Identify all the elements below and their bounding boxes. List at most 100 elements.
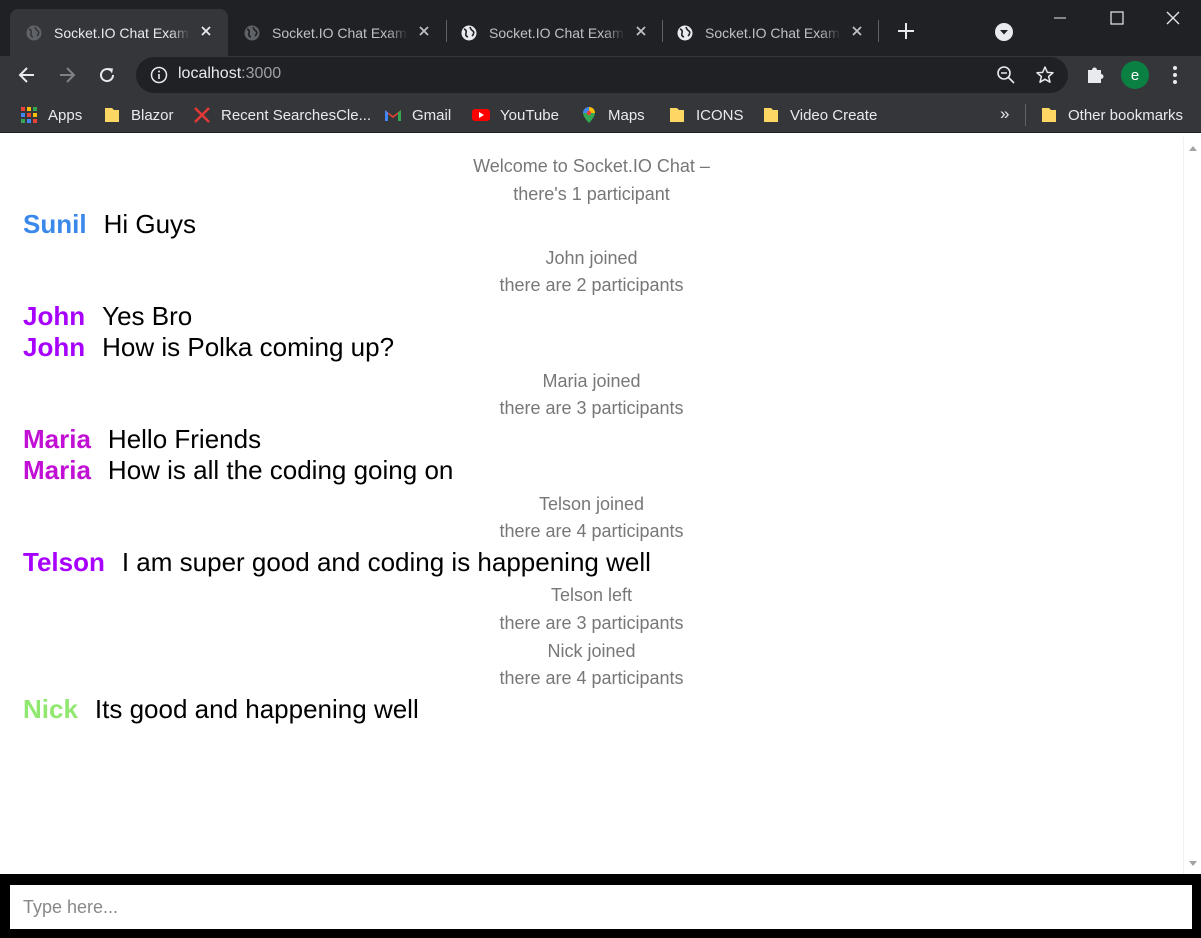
tab-search-icon[interactable] xyxy=(994,22,1014,42)
browser-tab-1[interactable]: Socket.IO Chat Example xyxy=(10,9,228,56)
minimize-button[interactable] xyxy=(1032,0,1088,36)
globe-icon xyxy=(461,25,477,40)
folder-icon xyxy=(105,108,119,122)
message-body: Its good and happening well xyxy=(94,694,419,724)
log-participants: there are 3 participants xyxy=(499,398,684,418)
forward-arrow-icon xyxy=(60,67,76,83)
log-participants: there are 4 participants xyxy=(499,668,684,688)
bookmark-star-icon[interactable] xyxy=(1035,65,1055,85)
tab-separator xyxy=(878,20,879,42)
browser-titlebar: Socket.IO Chat Example Socket.IO Chat Ex… xyxy=(0,0,1201,56)
message-body: Hi Guys xyxy=(103,209,197,239)
back-button[interactable] xyxy=(12,60,42,90)
chat-message: Nick Its good and happening well xyxy=(23,693,419,725)
message-input[interactable] xyxy=(10,885,1192,929)
maximize-button[interactable] xyxy=(1089,0,1145,36)
maximize-icon xyxy=(1110,11,1124,25)
reload-button[interactable] xyxy=(92,60,122,90)
bookmark-gmail[interactable]: Gmail xyxy=(384,104,451,126)
scroll-down-arrow-icon[interactable] xyxy=(1189,861,1197,866)
minimize-icon xyxy=(1054,17,1066,19)
url-host: localhost xyxy=(178,65,242,82)
message-input-bar xyxy=(0,874,1201,938)
bookmark-maps[interactable]: Maps xyxy=(580,104,645,126)
log-participants: there are 2 participants xyxy=(499,275,684,295)
message-username: Maria xyxy=(23,455,91,485)
bookmark-label: Gmail xyxy=(412,106,452,124)
chat-page: Welcome to Socket.IO Chat – there's 1 pa… xyxy=(0,137,1183,874)
log-participants: there are 4 participants xyxy=(499,521,684,541)
close-tab-icon[interactable] xyxy=(849,23,865,39)
url-text: localhost:3000 xyxy=(178,65,281,83)
message-username: Telson xyxy=(23,547,105,577)
globe-icon xyxy=(244,25,260,40)
folder-icon xyxy=(670,108,684,122)
bookmark-label: Video Create xyxy=(790,106,878,124)
site-info-icon[interactable] xyxy=(150,66,168,84)
chat-message: Maria Hello Friends xyxy=(23,423,261,455)
zoom-icon[interactable] xyxy=(996,65,1016,85)
log-welcome: Welcome to Socket.IO Chat – xyxy=(473,156,710,176)
profile-avatar[interactable]: e xyxy=(1121,61,1149,89)
close-icon xyxy=(1166,11,1180,25)
bookmark-blazor[interactable]: Blazor xyxy=(103,104,174,126)
new-tab-icon[interactable] xyxy=(893,18,919,44)
message-body: Yes Bro xyxy=(102,301,193,331)
extensions-puzzle-icon[interactable] xyxy=(1084,64,1106,86)
message-body: I am super good and coding is happening … xyxy=(121,547,651,577)
bookmark-recent-searches[interactable]: Recent SearchesCle... xyxy=(193,104,371,126)
address-bar[interactable]: localhost:3000 xyxy=(136,57,1068,93)
folder-icon xyxy=(1042,108,1056,122)
globe-icon xyxy=(26,25,42,40)
browser-toolbar: localhost:3000 e xyxy=(0,56,1201,95)
bookmark-icons[interactable]: ICONS xyxy=(668,104,744,126)
scroll-up-arrow-icon[interactable] xyxy=(1189,146,1197,151)
youtube-icon xyxy=(472,109,490,121)
tab-title: Socket.IO Chat Example xyxy=(272,24,408,41)
other-bookmarks[interactable]: Other bookmarks xyxy=(1040,104,1183,126)
chat-message: Maria How is all the coding going on xyxy=(23,454,453,486)
bookmark-youtube[interactable]: YouTube xyxy=(472,104,559,126)
browser-tab-3[interactable]: Socket.IO Chat Example xyxy=(445,9,663,56)
more-bookmarks-button[interactable]: » xyxy=(1000,104,1009,124)
close-tab-icon[interactable] xyxy=(416,23,432,39)
log-user-left: Telson left xyxy=(550,585,633,605)
chat-message: John How is Polka coming up? xyxy=(23,331,394,363)
log-user-joined: Telson joined xyxy=(538,494,645,514)
message-username: Nick xyxy=(23,694,78,724)
close-tab-icon[interactable] xyxy=(633,23,649,39)
log-user-joined: Maria joined xyxy=(542,371,641,391)
bookmark-label: YouTube xyxy=(500,106,559,124)
chat-message: Sunil Hi Guys xyxy=(23,208,196,240)
browser-tab-2[interactable]: Socket.IO Chat Example xyxy=(228,9,446,56)
log-user-joined: John joined xyxy=(545,248,638,268)
apps-grid-icon xyxy=(21,107,37,123)
gmail-icon xyxy=(385,110,401,121)
browser-tab-4[interactable]: Socket.IO Chat Example xyxy=(661,9,879,56)
message-body: How is all the coding going on xyxy=(107,455,454,485)
tab-title: Socket.IO Chat Example xyxy=(489,24,625,41)
browser-menu-icon[interactable] xyxy=(1164,64,1186,86)
bookmark-apps[interactable]: Apps xyxy=(20,104,82,126)
close-window-button[interactable] xyxy=(1145,0,1201,36)
bookmark-label: Other bookmarks xyxy=(1068,106,1184,124)
message-username: John xyxy=(23,301,86,331)
bookmark-separator xyxy=(1025,104,1026,126)
chat-message: Telson I am super good and coding is happ… xyxy=(23,546,651,578)
bookmark-label: Maps xyxy=(608,106,645,124)
forward-button[interactable] xyxy=(52,60,82,90)
message-username: John xyxy=(23,332,86,362)
page-scrollbar[interactable] xyxy=(1183,137,1201,874)
message-username: Sunil xyxy=(23,209,87,239)
tab-title: Socket.IO Chat Example xyxy=(705,24,841,41)
folder-icon xyxy=(764,108,778,122)
message-username: Maria xyxy=(23,424,91,454)
log-user-joined: Nick joined xyxy=(547,641,636,661)
bookmark-video-create[interactable]: Video Create xyxy=(762,104,877,126)
close-tab-icon[interactable] xyxy=(198,23,214,39)
red-x-icon xyxy=(194,107,210,123)
bookmark-label: Apps xyxy=(48,106,83,124)
bookmark-label: Blazor xyxy=(131,106,174,124)
log-participants: there's 1 participant xyxy=(513,184,670,204)
bookmarks-bar: Apps Blazor Recent SearchesCle... Gmail … xyxy=(0,95,1201,133)
